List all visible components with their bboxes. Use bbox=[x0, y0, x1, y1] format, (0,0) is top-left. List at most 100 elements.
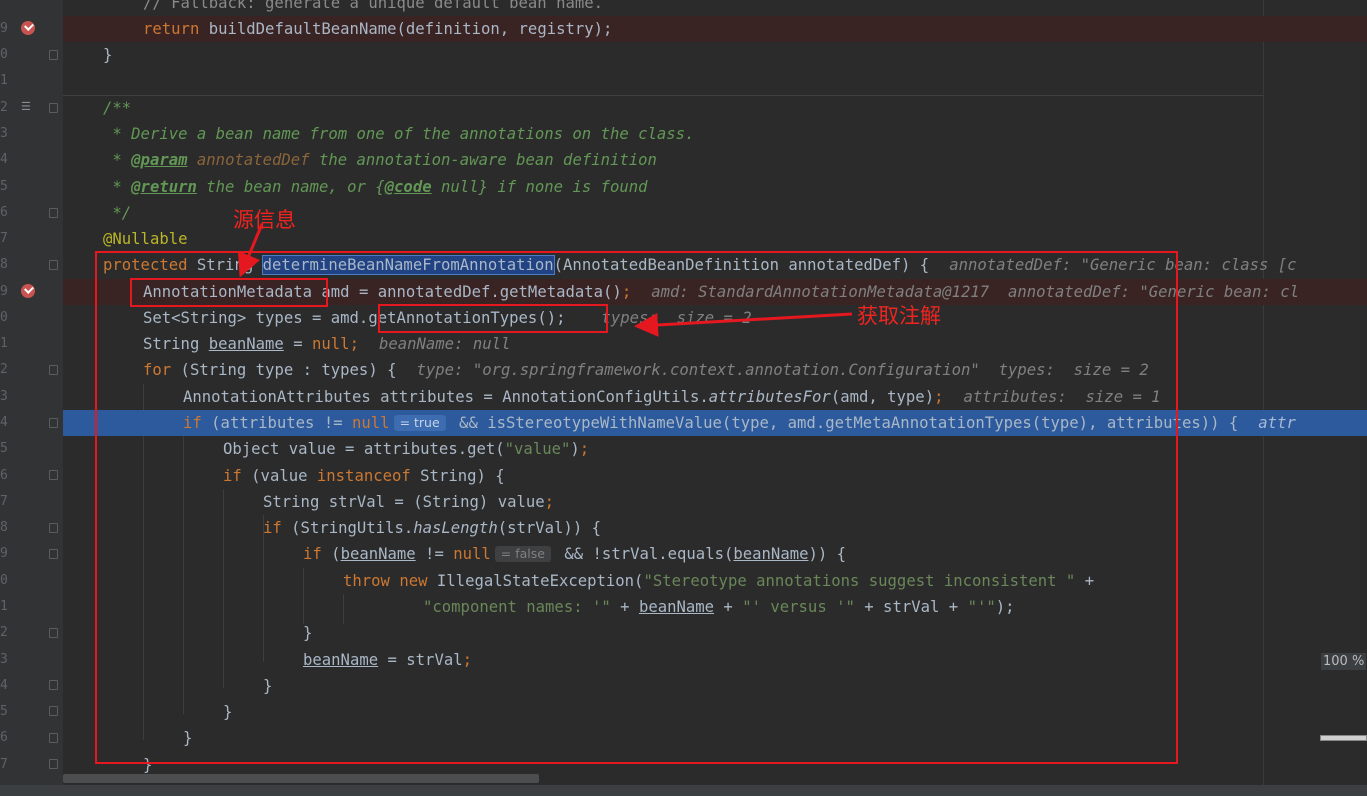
fold-marker-icon[interactable] bbox=[49, 365, 58, 375]
line-number: 3 bbox=[0, 652, 8, 667]
code-text: String bbox=[187, 256, 263, 274]
code-line[interactable]: Object value = attributes.get("value"); bbox=[63, 436, 1367, 462]
fold-marker-icon[interactable] bbox=[49, 759, 58, 769]
fold-marker-icon[interactable] bbox=[49, 470, 58, 480]
code-line[interactable]: if (StringUtils.hasLength(strVal)) { bbox=[63, 515, 1367, 541]
semicolon: ; bbox=[621, 283, 632, 301]
string-literal: "' versus '" bbox=[742, 598, 855, 616]
line-number: 1 bbox=[0, 73, 8, 88]
debug-value-hint: attributes: size = 1 bbox=[963, 388, 1161, 406]
comment: // Fallback: generate a unique default b… bbox=[143, 0, 604, 12]
code-line[interactable]: protected String determineBeanNameFromAn… bbox=[63, 252, 1367, 278]
code-text: + bbox=[1075, 572, 1095, 590]
code-line[interactable]: if (value instanceof String) { bbox=[63, 463, 1367, 489]
code-line[interactable]: // Fallback: generate a unique default b… bbox=[63, 0, 1367, 16]
code-editor[interactable]: // Fallback: generate a unique default b… bbox=[63, 0, 1367, 796]
line-number: 3 bbox=[0, 389, 8, 404]
string-literal: "value" bbox=[504, 440, 571, 458]
code-line[interactable]: } bbox=[63, 620, 1367, 646]
line-number: 4 bbox=[0, 415, 8, 430]
zoom-level-indicator[interactable]: 100 % bbox=[1321, 653, 1367, 670]
code-line[interactable]: String strVal = (String) value; bbox=[63, 489, 1367, 515]
type-name[interactable]: AnnotationMetadata bbox=[143, 283, 312, 301]
code-line[interactable]: * Derive a bean name from one of the ann… bbox=[63, 121, 1367, 147]
string-literal: "component names: '" bbox=[423, 598, 611, 616]
fold-marker-icon[interactable] bbox=[49, 549, 58, 559]
line-number: 4 bbox=[0, 152, 8, 167]
code-line[interactable]: Set<String> types = amd.getAnnotationTyp… bbox=[63, 305, 1367, 331]
line-number: 8 bbox=[0, 257, 8, 272]
code-line[interactable]: } bbox=[63, 42, 1367, 68]
code-text: String bbox=[143, 335, 209, 353]
code-line[interactable]: * @param annotatedDef the annotation-awa… bbox=[63, 147, 1367, 173]
debug-value-hint: types: size = 2 bbox=[601, 309, 752, 327]
fold-marker-icon[interactable] bbox=[49, 103, 58, 113]
fold-marker-icon[interactable] bbox=[49, 50, 58, 60]
brace: } bbox=[183, 729, 193, 747]
line-number: 6 bbox=[0, 468, 8, 483]
semicolon: ; bbox=[349, 335, 359, 353]
code-line[interactable]: * @return the bean name, or {@code null}… bbox=[63, 174, 1367, 200]
code-line[interactable]: beanName = strVal; bbox=[63, 647, 1367, 673]
doc-comment: */ bbox=[103, 204, 132, 222]
breakpoint-icon[interactable] bbox=[21, 284, 35, 298]
zoom-slider[interactable] bbox=[1320, 735, 1367, 741]
method-call[interactable]: getAnnotationTypes(); bbox=[368, 309, 565, 327]
code-line[interactable]: for (String type : types) {type: "org.sp… bbox=[63, 357, 1367, 383]
code-text: amd = annotatedDef.getMetadata() bbox=[312, 283, 622, 301]
keyword: protected bbox=[103, 256, 188, 274]
line-number: 0 bbox=[0, 310, 8, 325]
fold-marker-icon[interactable] bbox=[49, 523, 58, 533]
brace: } bbox=[103, 46, 113, 64]
fold-marker-icon[interactable] bbox=[49, 733, 58, 743]
code-line[interactable]: /** bbox=[63, 95, 1367, 121]
line-number: 0 bbox=[0, 47, 8, 62]
fold-marker-icon[interactable] bbox=[49, 706, 58, 716]
code-line[interactable]: AnnotationAttributes attributes = Annota… bbox=[63, 384, 1367, 410]
code-text: && !strVal.equals( bbox=[554, 545, 734, 563]
line-number: 2 bbox=[0, 362, 8, 377]
code-line[interactable]: if (beanName != null = false && !strVal.e… bbox=[63, 541, 1367, 567]
line-number: 2 bbox=[0, 625, 8, 640]
code-line[interactable]: return buildDefaultBeanName(definition, … bbox=[63, 16, 1367, 43]
code-line[interactable]: } bbox=[63, 725, 1367, 751]
get-annotation-label: 获取注解 bbox=[857, 304, 941, 328]
code-text: String strVal = (String) value bbox=[263, 493, 545, 511]
fold-marker-icon[interactable] bbox=[49, 418, 58, 428]
line-number: 6 bbox=[0, 730, 8, 745]
string-literal: "'" bbox=[967, 598, 996, 616]
fold-marker-icon[interactable] bbox=[49, 680, 58, 690]
code-line[interactable]: String beanName = null; beanName: null bbox=[63, 331, 1367, 357]
fold-marker-icon[interactable] bbox=[49, 208, 58, 218]
editor-gutter[interactable]: 9 0 1 2 3 4 5 6 7 8 9 0 1 2 3 4 5 6 7 8 … bbox=[0, 0, 63, 796]
code-line[interactable]: "component names: '" + beanName + "' ver… bbox=[63, 594, 1367, 620]
keyword: instanceof bbox=[316, 467, 411, 485]
code-text: + strVal + bbox=[854, 598, 968, 616]
line-number: 1 bbox=[0, 599, 8, 614]
breakpoint-icon[interactable] bbox=[21, 21, 35, 35]
line-number: 5 bbox=[0, 179, 8, 194]
code-text: (AnnotatedBeanDefinition annotatedDef) { bbox=[553, 256, 930, 274]
method-name[interactable]: determineBeanNameFromAnnotation bbox=[261, 255, 555, 275]
code-text: )) { bbox=[808, 545, 847, 563]
code-line[interactable]: throw new IllegalStateException("Stereot… bbox=[63, 568, 1367, 594]
horizontal-scrollbar[interactable] bbox=[63, 774, 539, 783]
code-line[interactable]: } bbox=[63, 699, 1367, 725]
fold-marker-icon[interactable] bbox=[49, 628, 58, 638]
code-text: (String type : types) { bbox=[171, 361, 397, 379]
code-line[interactable]: } bbox=[63, 673, 1367, 699]
doc-comment: * bbox=[103, 178, 132, 196]
fold-marker-icon[interactable] bbox=[49, 260, 58, 270]
code-text: IllegalStateException( bbox=[427, 572, 644, 590]
doc-render-icon[interactable]: ☰ bbox=[21, 101, 35, 113]
code-text: + bbox=[714, 598, 743, 616]
static-method: hasLength bbox=[413, 519, 498, 537]
debug-value-hint: type: "org.springframework.context.annot… bbox=[416, 361, 1149, 379]
variable: beanName bbox=[733, 545, 809, 563]
code-text: String) { bbox=[410, 467, 505, 485]
source-info-label: 源信息 bbox=[233, 208, 296, 232]
line-number: 5 bbox=[0, 441, 8, 456]
code-line[interactable]: AnnotationMetadata amd = annotatedDef.ge… bbox=[63, 279, 1367, 306]
brace: } bbox=[303, 624, 313, 642]
current-execution-line[interactable]: if (attributes != null = true && isStereo… bbox=[63, 410, 1367, 437]
